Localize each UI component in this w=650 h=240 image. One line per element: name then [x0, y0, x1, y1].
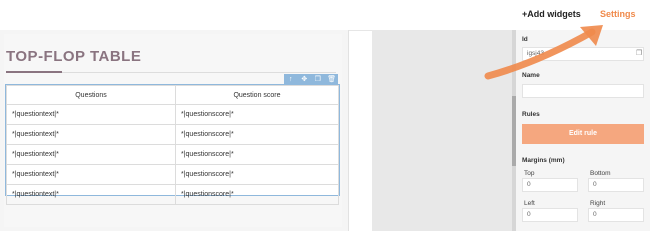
question-text-cell: *|questiontext|*: [6, 184, 176, 205]
question-text-cell: *|questiontext|*: [6, 104, 176, 125]
margin-top-label: Top: [524, 170, 535, 177]
margin-bottom-label: Bottom: [590, 170, 611, 177]
id-field[interactable]: igsj43: [522, 47, 644, 61]
top-flop-table: Questions Question score *|questiontext|…: [6, 85, 339, 205]
table-header-row: Questions Question score: [6, 85, 339, 105]
id-label: Id: [522, 36, 528, 43]
table-row: *|questiontext|* *|questionscore|*: [6, 144, 339, 165]
margin-top-field[interactable]: 0: [522, 178, 578, 192]
name-label: Name: [522, 72, 540, 79]
page-title: TOP-FLOP TABLE: [6, 48, 142, 65]
question-score-cell: *|questionscore|*: [175, 164, 339, 185]
table-row: *|questiontext|* *|questionscore|*: [6, 124, 339, 145]
margin-right-label: Right: [590, 200, 606, 207]
name-field[interactable]: [522, 84, 644, 98]
rules-label: Rules: [522, 111, 540, 118]
preview-area: [372, 30, 512, 231]
add-widgets-button[interactable]: +Add widgets: [522, 9, 581, 19]
settings-tab[interactable]: Settings: [600, 9, 636, 19]
margins-label: Margins (mm): [522, 157, 565, 164]
question-text-cell: *|questiontext|*: [6, 124, 176, 145]
title-divider: [62, 72, 336, 73]
edit-rule-button[interactable]: Edit rule: [522, 124, 644, 144]
table-row: *|questiontext|* *|questionscore|*: [6, 184, 339, 205]
table-row: *|questiontext|* *|questionscore|*: [6, 104, 339, 125]
margin-right-field[interactable]: 0: [588, 208, 644, 222]
question-score-cell: *|questionscore|*: [175, 124, 339, 145]
column-header-question-score: Question score: [175, 85, 339, 105]
question-score-cell: *|questionscore|*: [175, 184, 339, 205]
copy-icon[interactable]: ❐: [314, 76, 322, 84]
move-icon[interactable]: ✥: [300, 76, 308, 84]
question-score-cell: *|questionscore|*: [175, 104, 339, 125]
margin-left-label: Left: [524, 200, 535, 207]
margin-left-field[interactable]: 0: [522, 208, 578, 222]
copy-id-icon[interactable]: ❐: [636, 50, 643, 57]
arrow-up-icon[interactable]: ↑: [287, 76, 295, 84]
trash-icon[interactable]: 🗑: [327, 76, 336, 84]
table-row: *|questiontext|* *|questionscore|*: [6, 164, 339, 185]
top-flop-table-widget[interactable]: Questions Question score *|questiontext|…: [5, 84, 340, 205]
column-header-questions: Questions: [6, 85, 176, 105]
question-text-cell: *|questiontext|*: [6, 144, 176, 165]
top-bar: +Add widgets Settings: [0, 0, 650, 31]
margin-bottom-field[interactable]: 0: [588, 178, 644, 192]
question-text-cell: *|questiontext|*: [6, 164, 176, 185]
title-underline: [6, 71, 62, 73]
question-score-cell: *|questionscore|*: [175, 144, 339, 165]
